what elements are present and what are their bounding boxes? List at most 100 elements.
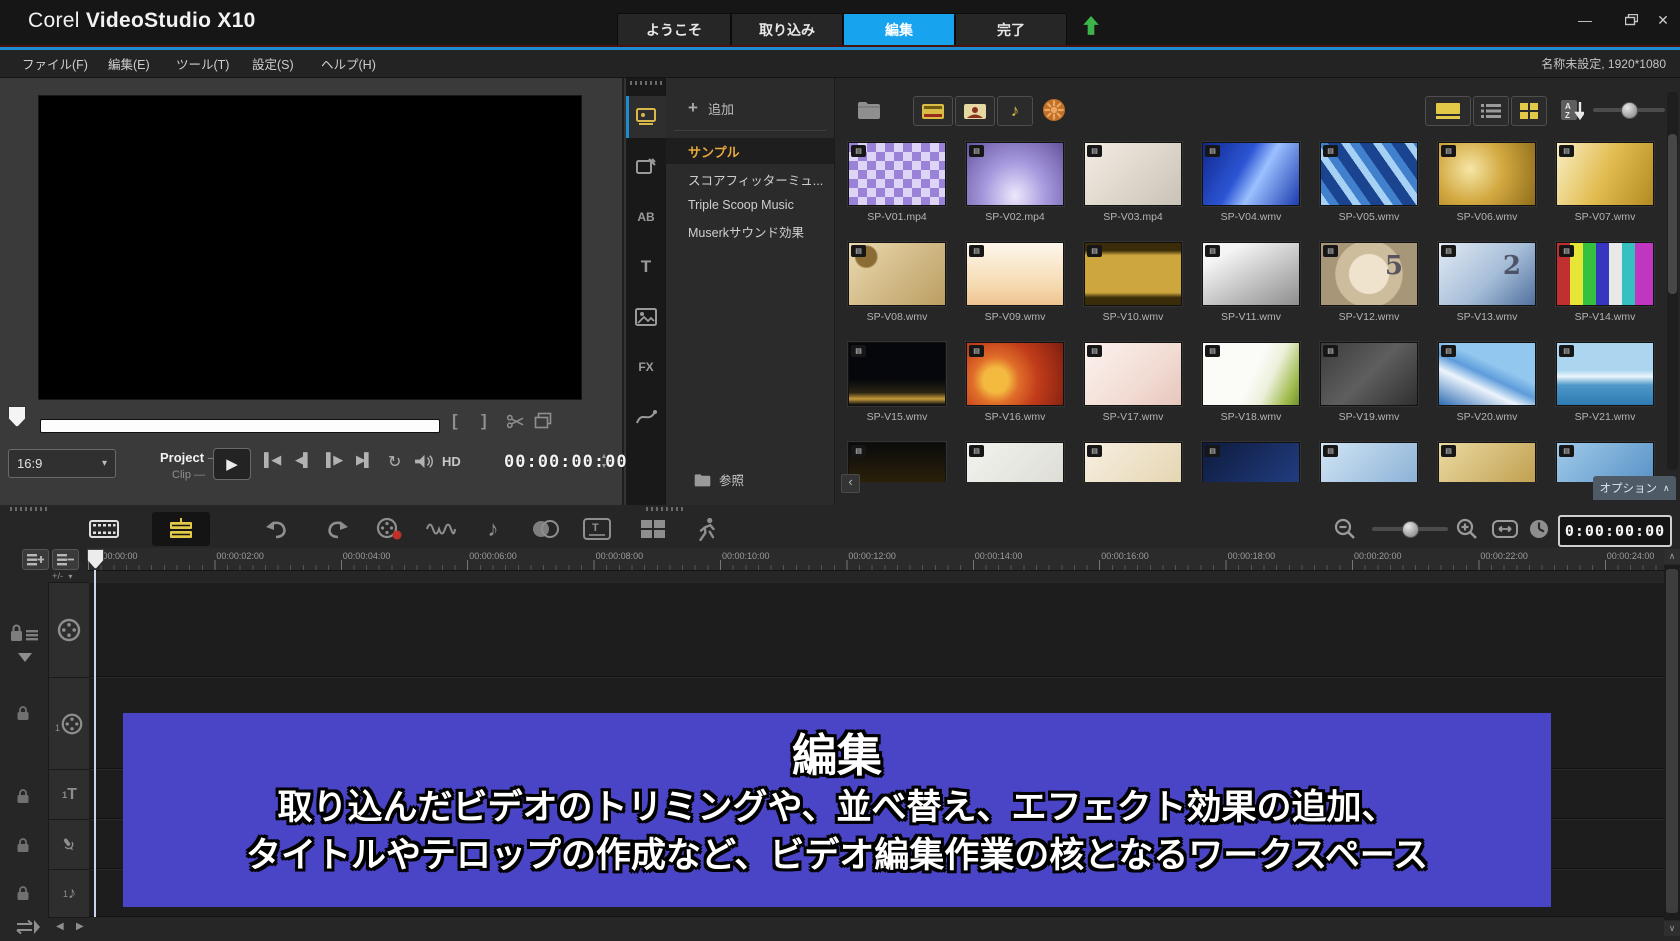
media-item[interactable]: ▤SP-V18.wmv xyxy=(1192,340,1310,440)
media-item[interactable]: ▤ xyxy=(956,440,1074,482)
media-item[interactable]: ▤SP-V16.wmv xyxy=(956,340,1074,440)
media-thumbnail[interactable]: ▤ xyxy=(966,342,1064,406)
media-thumbnail[interactable]: ▤ xyxy=(1320,442,1418,482)
media-item[interactable]: ▤SP-V14.wmv xyxy=(1546,240,1664,340)
media-thumbnail[interactable]: ▤ xyxy=(1202,342,1300,406)
media-thumbnail[interactable]: ▤ xyxy=(1084,142,1182,206)
timeline-scrollbar-thumb[interactable] xyxy=(1666,569,1678,913)
rail-chevron-down-icon[interactable] xyxy=(18,653,32,662)
media-thumbnail[interactable]: ▤2 xyxy=(1438,242,1536,306)
voice-track-lock[interactable] xyxy=(16,837,32,853)
media-item[interactable]: ▤ xyxy=(1428,440,1546,482)
overlay-track-header[interactable]: 1 xyxy=(48,677,90,770)
media-item[interactable]: ▤SP-V07.wmv xyxy=(1546,140,1664,240)
multicam-editor-button[interactable] xyxy=(624,512,682,546)
menu-edit[interactable]: 編集(E) xyxy=(98,50,160,77)
media-thumbnail[interactable]: ▤ xyxy=(1556,342,1654,406)
nav-motion-path[interactable] xyxy=(626,396,666,438)
media-thumbnail[interactable]: ▤ xyxy=(1202,442,1300,482)
add-folder-button[interactable]: + 追加 xyxy=(688,98,734,118)
media-item[interactable]: ▤SP-V06.wmv xyxy=(1428,140,1546,240)
subtitle-editor-button[interactable]: T xyxy=(568,512,626,546)
sound-mixer-button[interactable] xyxy=(412,512,470,546)
sort-button[interactable]: AZ xyxy=(1557,96,1587,124)
nav-media[interactable] xyxy=(626,96,666,138)
track-manager-hide-button[interactable] xyxy=(52,549,79,570)
track-transparency-button[interactable] xyxy=(516,512,574,546)
prev-frame-button[interactable]: ◀▌ xyxy=(295,452,310,468)
auto-music-button[interactable]: ♪ xyxy=(464,512,522,546)
music-track-header[interactable]: 1♪ xyxy=(48,869,90,918)
media-thumbnail[interactable]: ▤ xyxy=(1438,442,1536,482)
voice-track-header[interactable] xyxy=(48,819,90,870)
split-clip-icon[interactable] xyxy=(506,413,525,430)
media-thumbnail[interactable]: ▤ xyxy=(1202,142,1300,206)
tab-capture[interactable]: 取り込み xyxy=(731,13,843,46)
clip-mode-label[interactable]: Clip — xyxy=(172,469,205,481)
media-item[interactable]: ▤2SP-V13.wmv xyxy=(1428,240,1546,340)
skip-start-button[interactable]: ▌◀ xyxy=(264,452,279,468)
media-item[interactable]: ▤SP-V21.wmv xyxy=(1546,340,1664,440)
media-thumbnail[interactable]: ▤ xyxy=(966,142,1064,206)
thumbnail-size-slider[interactable] xyxy=(1593,108,1665,112)
thumbnail-size-slider-knob[interactable] xyxy=(1621,102,1638,119)
view-list-button[interactable] xyxy=(1473,96,1509,126)
media-thumbnail[interactable]: ▤ xyxy=(848,342,946,406)
menu-settings[interactable]: 設定(S) xyxy=(242,50,304,77)
drag-handle-dots[interactable] xyxy=(10,507,50,511)
track-manager-show-all-button[interactable] xyxy=(22,549,49,570)
library-scrollbar-thumb[interactable] xyxy=(1668,134,1677,294)
zoom-in-button[interactable] xyxy=(1452,512,1482,546)
filter-all-media-button[interactable] xyxy=(1039,96,1069,124)
media-item[interactable]: ▤SP-V10.wmv xyxy=(1074,240,1192,340)
drag-handle-dots[interactable] xyxy=(630,81,662,85)
media-thumbnail[interactable]: ▤ xyxy=(848,242,946,306)
media-thumbnail[interactable]: ▤ xyxy=(848,142,946,206)
folder-scorefitter[interactable]: スコアフィッターミュ... xyxy=(666,166,834,192)
nav-graphic[interactable] xyxy=(626,296,666,338)
window-close-button[interactable]: ✕ xyxy=(1650,10,1676,30)
timeline-timecode[interactable]: 0:00:00:00 xyxy=(1558,515,1672,547)
music-track-lock[interactable] xyxy=(16,885,32,901)
media-thumbnail[interactable]: ▤ xyxy=(966,242,1064,306)
tab-share[interactable]: 完了 xyxy=(955,13,1067,46)
video-track-lane[interactable] xyxy=(89,582,1664,677)
nav-transition[interactable]: AB xyxy=(626,196,666,238)
media-item[interactable]: ▤ xyxy=(1192,440,1310,482)
menu-file[interactable]: ファイル(F) xyxy=(12,50,98,77)
media-item[interactable]: ▤5SP-V12.wmv xyxy=(1310,240,1428,340)
media-item[interactable]: ▤SP-V02.mp4 xyxy=(956,140,1074,240)
timecode-spin-down[interactable]: ▼ xyxy=(598,463,610,471)
title-track-header[interactable]: 1T xyxy=(48,769,90,820)
timecode-spin-up[interactable]: ▲ xyxy=(598,453,610,461)
project-mode-label[interactable]: Project — xyxy=(160,450,221,465)
media-item[interactable]: ▤ xyxy=(1310,440,1428,482)
redo-button[interactable] xyxy=(308,512,366,546)
media-thumbnail[interactable]: ▤ xyxy=(848,442,946,482)
browse-button[interactable]: 参照 xyxy=(694,470,744,489)
media-thumbnail[interactable]: ▤ xyxy=(1438,342,1536,406)
media-item[interactable]: ▤SP-V11.wmv xyxy=(1192,240,1310,340)
timeline-zoom-slider-knob[interactable] xyxy=(1402,521,1419,538)
media-thumbnail[interactable]: ▤ xyxy=(1320,342,1418,406)
media-item[interactable]: ▤SP-V17.wmv xyxy=(1074,340,1192,440)
scroll-timeline-left-button[interactable]: ◀ xyxy=(56,921,64,932)
media-item[interactable]: ▤SP-V05.wmv xyxy=(1310,140,1428,240)
lock-all-tracks-button[interactable] xyxy=(10,623,40,643)
motion-tracking-button[interactable] xyxy=(678,512,736,546)
swap-tracks-button[interactable] xyxy=(14,918,42,936)
menu-tools[interactable]: ツール(T) xyxy=(166,50,239,77)
nav-instant-project[interactable] xyxy=(626,146,666,188)
scroll-down-button[interactable]: ∨ xyxy=(1664,921,1680,936)
skip-end-button[interactable]: ▶▌ xyxy=(356,452,371,468)
media-thumbnail[interactable]: ▤ xyxy=(1556,242,1654,306)
title-track-lock[interactable] xyxy=(16,788,32,804)
enlarge-preview-icon[interactable] xyxy=(534,412,552,429)
filter-video-button[interactable] xyxy=(913,96,953,126)
drag-handle-dots[interactable] xyxy=(646,507,686,511)
media-thumbnail[interactable]: ▤ xyxy=(1320,142,1418,206)
video-track-header[interactable] xyxy=(48,582,90,678)
fit-timeline-button[interactable] xyxy=(1488,512,1522,546)
tab-edit[interactable]: 編集 xyxy=(843,13,955,46)
track-add-remove[interactable]: +/- ▾ xyxy=(52,571,72,582)
